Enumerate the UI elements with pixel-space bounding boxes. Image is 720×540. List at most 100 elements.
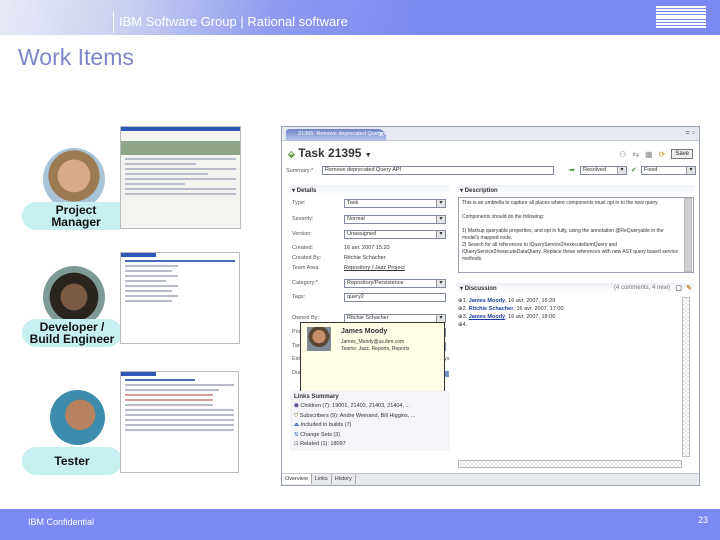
- build-result-screenshot: [120, 252, 240, 344]
- link-icon[interactable]: ⇆: [632, 150, 639, 159]
- task-title: ⬙ Task 21395 ▼: [288, 146, 372, 160]
- field-label: Tags:: [292, 294, 306, 300]
- new-comment-icon[interactable]: ▢: [675, 284, 682, 292]
- role-label: Developer / Build Engineer: [22, 319, 122, 347]
- discussion-section-header[interactable]: ▾ Discussion (4 comments, 4 new) ▢ ✎: [456, 283, 694, 293]
- description-section-header[interactable]: ▾ Description: [456, 185, 694, 195]
- field-value: Ritchie Schacher: [344, 255, 386, 261]
- refresh-icon[interactable]: ⟳: [659, 150, 666, 159]
- field-label: Category:*: [292, 280, 318, 286]
- header-separator: [113, 12, 114, 33]
- field-dropdown[interactable]: Task: [344, 199, 446, 208]
- work-item-editor: 21395: Remove deprecated Query API ✕ = ▫…: [281, 126, 700, 486]
- links-row[interactable]: ⊡ Related (1): 18097: [294, 440, 446, 450]
- user-photo: [307, 327, 331, 351]
- role-label: Project Manager: [22, 202, 130, 230]
- details-header-text: Details: [296, 188, 317, 194]
- state-dropdown[interactable]: Resolved: [580, 166, 627, 175]
- page-title: Work Items: [18, 44, 134, 70]
- close-icon[interactable]: ✕: [378, 130, 385, 139]
- field-label: Type:: [292, 200, 306, 206]
- field-label: Severity:: [292, 216, 314, 222]
- discussion-header-text: Discussion: [464, 286, 497, 292]
- header-title: IBM Software Group | Rational software: [119, 14, 348, 29]
- role-label-line1: Tester: [54, 454, 90, 468]
- description-scrollbar[interactable]: [684, 198, 692, 272]
- project-manager-avatar: [43, 148, 105, 210]
- change-set-icon: ⇅: [294, 431, 299, 438]
- project-dashboard-screenshot: [120, 126, 241, 229]
- discussion-hscrollbar[interactable]: [458, 460, 682, 468]
- field-label: Owned By:: [292, 315, 319, 321]
- task-icon: ⬙: [288, 149, 295, 159]
- page-number: 23: [697, 515, 708, 525]
- links-row[interactable]: ⛉ Subscribers (9): Andre Weinand, Bill H…: [294, 412, 446, 422]
- field-input[interactable]: query2: [344, 293, 446, 302]
- links-summary: Links Summary ⬣ Children (7): 19001, 214…: [290, 391, 450, 451]
- header-bar: IBM Software Group | Rational software: [0, 0, 720, 35]
- discussion-vscrollbar[interactable]: [682, 297, 690, 457]
- editor-tab-bar: 21395: Remove deprecated Query API ✕ = ▫: [282, 127, 699, 141]
- discussion-meta: (4 comments, 4 new): [613, 285, 670, 291]
- tab-history[interactable]: History: [332, 474, 356, 484]
- role-label: Tester: [22, 447, 122, 475]
- field-label: Created:: [292, 245, 314, 251]
- field-label: Team Area:: [292, 265, 320, 271]
- tester-avatar: [50, 390, 105, 445]
- user-email: James_Moody@us.ibm.com: [341, 339, 405, 345]
- field-dropdown[interactable]: Repository/Persistence: [344, 279, 446, 288]
- editor-tab[interactable]: 21395: Remove deprecated Query API ✕: [286, 129, 386, 141]
- ibm-logo: [656, 6, 706, 28]
- links-summary-header: Links Summary: [294, 394, 339, 400]
- test-result-screenshot: [120, 371, 239, 473]
- related-icon: ⊡: [294, 441, 299, 447]
- confidential-label: IBM Confidential: [28, 517, 95, 527]
- description-line: This is an umbrella to capture all place…: [462, 200, 659, 206]
- description-text-area[interactable]: This is an umbrella to capture all place…: [458, 197, 694, 273]
- links-row[interactable]: ⏏ Included in builds (7): [294, 421, 446, 431]
- editor-bottom-tabs: Overview Links History: [282, 473, 699, 485]
- discussion-list: ⊕1. James Moody, 16 avr. 2007, 16:29 ⊕2.…: [458, 297, 688, 329]
- description-line: Components should do the following:: [462, 214, 544, 220]
- check-icon: ✔: [631, 167, 637, 174]
- description-line: 2) Search for all references to IQuerySe…: [462, 242, 679, 262]
- field-value: 16 avr. 2007 15:20: [344, 245, 390, 251]
- subscribers-icon: ⛉: [294, 412, 299, 419]
- user-teams: Teams: Jazz, Reports, Reports: [341, 346, 410, 352]
- team-area-link[interactable]: Repository / Jazz Project: [344, 265, 405, 271]
- tab-overview[interactable]: Overview: [282, 474, 312, 484]
- grid-icon[interactable]: ▦: [645, 150, 653, 159]
- links-row[interactable]: ⇅ Change Sets (3): [294, 431, 446, 441]
- resolution-dropdown[interactable]: Fixed: [641, 166, 696, 175]
- user-name: James Moody: [341, 328, 388, 335]
- summary-row: Summary:* Remove deprecated Query API ➡ …: [286, 166, 696, 178]
- description-header-text: Description: [464, 188, 498, 194]
- role-label-line2: Build Engineer: [29, 332, 115, 346]
- chevron-down-icon[interactable]: ▼: [365, 152, 372, 159]
- field-dropdown[interactable]: Unassigned: [344, 230, 446, 239]
- filter-icon[interactable]: ✎: [686, 284, 692, 292]
- links-row[interactable]: ⬣ Children (7): 19001, 21402, 21403, 214…: [294, 402, 446, 412]
- field-label: Version:: [292, 231, 312, 237]
- summary-label: Summary:*: [286, 168, 314, 174]
- build-icon: ⏏: [294, 422, 300, 428]
- details-section-header[interactable]: ▾ Details: [288, 185, 450, 195]
- minimize-maximize-icon[interactable]: = ▫: [685, 128, 695, 137]
- field-dropdown[interactable]: Normal: [344, 215, 446, 224]
- save-button[interactable]: Save: [671, 149, 693, 159]
- children-icon: ⬣: [294, 403, 299, 409]
- subscribe-icon[interactable]: ⚇: [619, 150, 626, 159]
- comment-item[interactable]: ⊕3. James Moody, 16 avr. 2007, 18:06: [458, 313, 688, 321]
- tab-links[interactable]: Links: [312, 474, 332, 484]
- editor-toolbar: ⚇ ⇆ ▦ ⟳ Save: [619, 149, 693, 159]
- state-arrow-icon: ➡: [569, 167, 575, 174]
- editor-tab-label: 21395: Remove deprecated Query API: [298, 131, 386, 137]
- comment-item[interactable]: ⊕2. Ritchie Schacher, 16 avr. 2007, 17:0…: [458, 305, 688, 313]
- comment-item[interactable]: ⊕1. James Moody, 16 avr. 2007, 16:29: [458, 297, 688, 305]
- field-label: Created By:: [292, 255, 322, 261]
- footer-bar: IBM Confidential 23: [0, 509, 720, 540]
- summary-input[interactable]: Remove deprecated Query API: [322, 166, 554, 175]
- comment-item[interactable]: ⊕4.: [458, 321, 688, 329]
- task-title-text: Task 21395: [298, 146, 362, 160]
- description-line: 1) Markup queryable properties, and opt …: [462, 228, 664, 241]
